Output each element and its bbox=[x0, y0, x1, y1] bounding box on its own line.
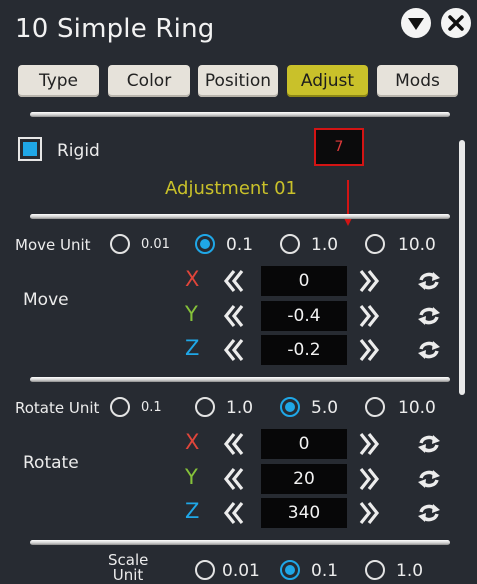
close-button[interactable] bbox=[441, 8, 471, 38]
tab-adjust[interactable]: Adjust bbox=[287, 65, 368, 97]
double-chevron-left-icon[interactable] bbox=[223, 268, 245, 294]
move-divider bbox=[30, 377, 450, 382]
rotate-unit-radio-0.1[interactable] bbox=[110, 397, 130, 417]
scale-unit-radio-1.0[interactable] bbox=[365, 560, 385, 580]
double-chevron-left-icon[interactable] bbox=[223, 303, 245, 329]
move-unit-option-label: 0.1 bbox=[226, 235, 254, 255]
rigid-checkbox[interactable] bbox=[18, 137, 42, 161]
rotate-unit-option-label: 5.0 bbox=[311, 398, 339, 418]
double-chevron-right-icon[interactable] bbox=[358, 337, 380, 363]
double-chevron-left-icon[interactable] bbox=[223, 337, 245, 363]
reset-arrows-icon[interactable] bbox=[416, 338, 442, 362]
value-badge: 7 bbox=[314, 128, 364, 166]
scale-unit-option-label: 0.01 bbox=[222, 561, 260, 581]
tab-type[interactable]: Type bbox=[18, 65, 99, 97]
move-y-value-field[interactable]: -0.4 bbox=[261, 301, 347, 331]
reset-arrows-icon[interactable] bbox=[416, 467, 442, 491]
double-chevron-left-icon[interactable] bbox=[223, 500, 245, 526]
move-section-label: Move bbox=[23, 290, 69, 310]
rotate-unit-option-label: 1.0 bbox=[226, 398, 254, 418]
move-axis-x-label: X bbox=[185, 267, 200, 291]
reset-arrows-icon[interactable] bbox=[416, 432, 442, 456]
reset-arrows-icon[interactable] bbox=[416, 269, 442, 293]
move-axis-y-label: Y bbox=[185, 302, 198, 326]
move-unit-label: Move Unit bbox=[15, 236, 91, 254]
move-x-value-field[interactable]: 0 bbox=[261, 266, 347, 296]
collapse-button[interactable] bbox=[401, 8, 431, 38]
window-title: 10 Simple Ring bbox=[15, 14, 215, 44]
rotate-axis-x-label: X bbox=[185, 430, 200, 454]
tab-position[interactable]: Position bbox=[198, 65, 278, 97]
rotate-unit-label: Rotate Unit bbox=[15, 399, 100, 417]
rigid-label: Rigid bbox=[57, 141, 100, 161]
move-unit-radio-0.1[interactable] bbox=[195, 234, 215, 254]
rotate-unit-radio-1.0[interactable] bbox=[195, 397, 215, 417]
rotate-z-value-field[interactable]: 340 bbox=[261, 498, 347, 528]
scale-unit-option-label: 1.0 bbox=[396, 561, 424, 581]
rotate-y-value-field[interactable]: 20 bbox=[261, 464, 347, 494]
rotate-section-label: Rotate bbox=[23, 453, 79, 473]
header-divider bbox=[30, 112, 450, 117]
move-unit-radio-0.01[interactable] bbox=[110, 234, 130, 254]
reset-arrows-icon[interactable] bbox=[416, 501, 442, 525]
scale-unit-radio-0.01[interactable] bbox=[195, 560, 215, 580]
move-axis-z-label: Z bbox=[185, 336, 200, 360]
tab-color[interactable]: Color bbox=[108, 65, 190, 97]
double-chevron-right-icon[interactable] bbox=[358, 268, 380, 294]
rotate-unit-option-label: 0.1 bbox=[141, 400, 162, 415]
adjustment-title: Adjustment 01 bbox=[165, 178, 297, 199]
reset-arrows-icon[interactable] bbox=[416, 304, 442, 328]
tab-mods[interactable]: Mods bbox=[377, 65, 458, 97]
double-chevron-left-icon[interactable] bbox=[223, 466, 245, 492]
rotate-divider bbox=[30, 540, 450, 545]
rotate-unit-radio-5.0[interactable] bbox=[280, 397, 300, 417]
double-chevron-left-icon[interactable] bbox=[223, 431, 245, 457]
triangle-down-icon bbox=[408, 18, 424, 30]
move-unit-option-label: 0.01 bbox=[141, 237, 170, 252]
rotate-axis-y-label: Y bbox=[185, 465, 198, 489]
move-unit-option-label: 1.0 bbox=[311, 235, 339, 255]
scale-unit-option-label: 0.1 bbox=[311, 561, 339, 581]
rotate-x-value-field[interactable]: 0 bbox=[261, 429, 347, 459]
double-chevron-right-icon[interactable] bbox=[358, 500, 380, 526]
double-chevron-right-icon[interactable] bbox=[358, 303, 380, 329]
rotate-axis-z-label: Z bbox=[185, 499, 200, 523]
adjust-divider bbox=[30, 214, 450, 219]
close-x-icon bbox=[448, 15, 464, 31]
move-unit-radio-1.0[interactable] bbox=[280, 234, 300, 254]
scale-unit-label: Scale Unit bbox=[108, 551, 149, 584]
rotate-unit-option-label: 10.0 bbox=[398, 398, 436, 418]
double-chevron-right-icon[interactable] bbox=[358, 466, 380, 492]
scale-unit-radio-0.1[interactable] bbox=[280, 560, 300, 580]
move-unit-radio-10.0[interactable] bbox=[365, 234, 385, 254]
move-z-value-field[interactable]: -0.2 bbox=[261, 335, 347, 365]
rotate-unit-radio-10.0[interactable] bbox=[365, 397, 385, 417]
double-chevron-right-icon[interactable] bbox=[358, 431, 380, 457]
move-unit-option-label: 10.0 bbox=[398, 235, 436, 255]
